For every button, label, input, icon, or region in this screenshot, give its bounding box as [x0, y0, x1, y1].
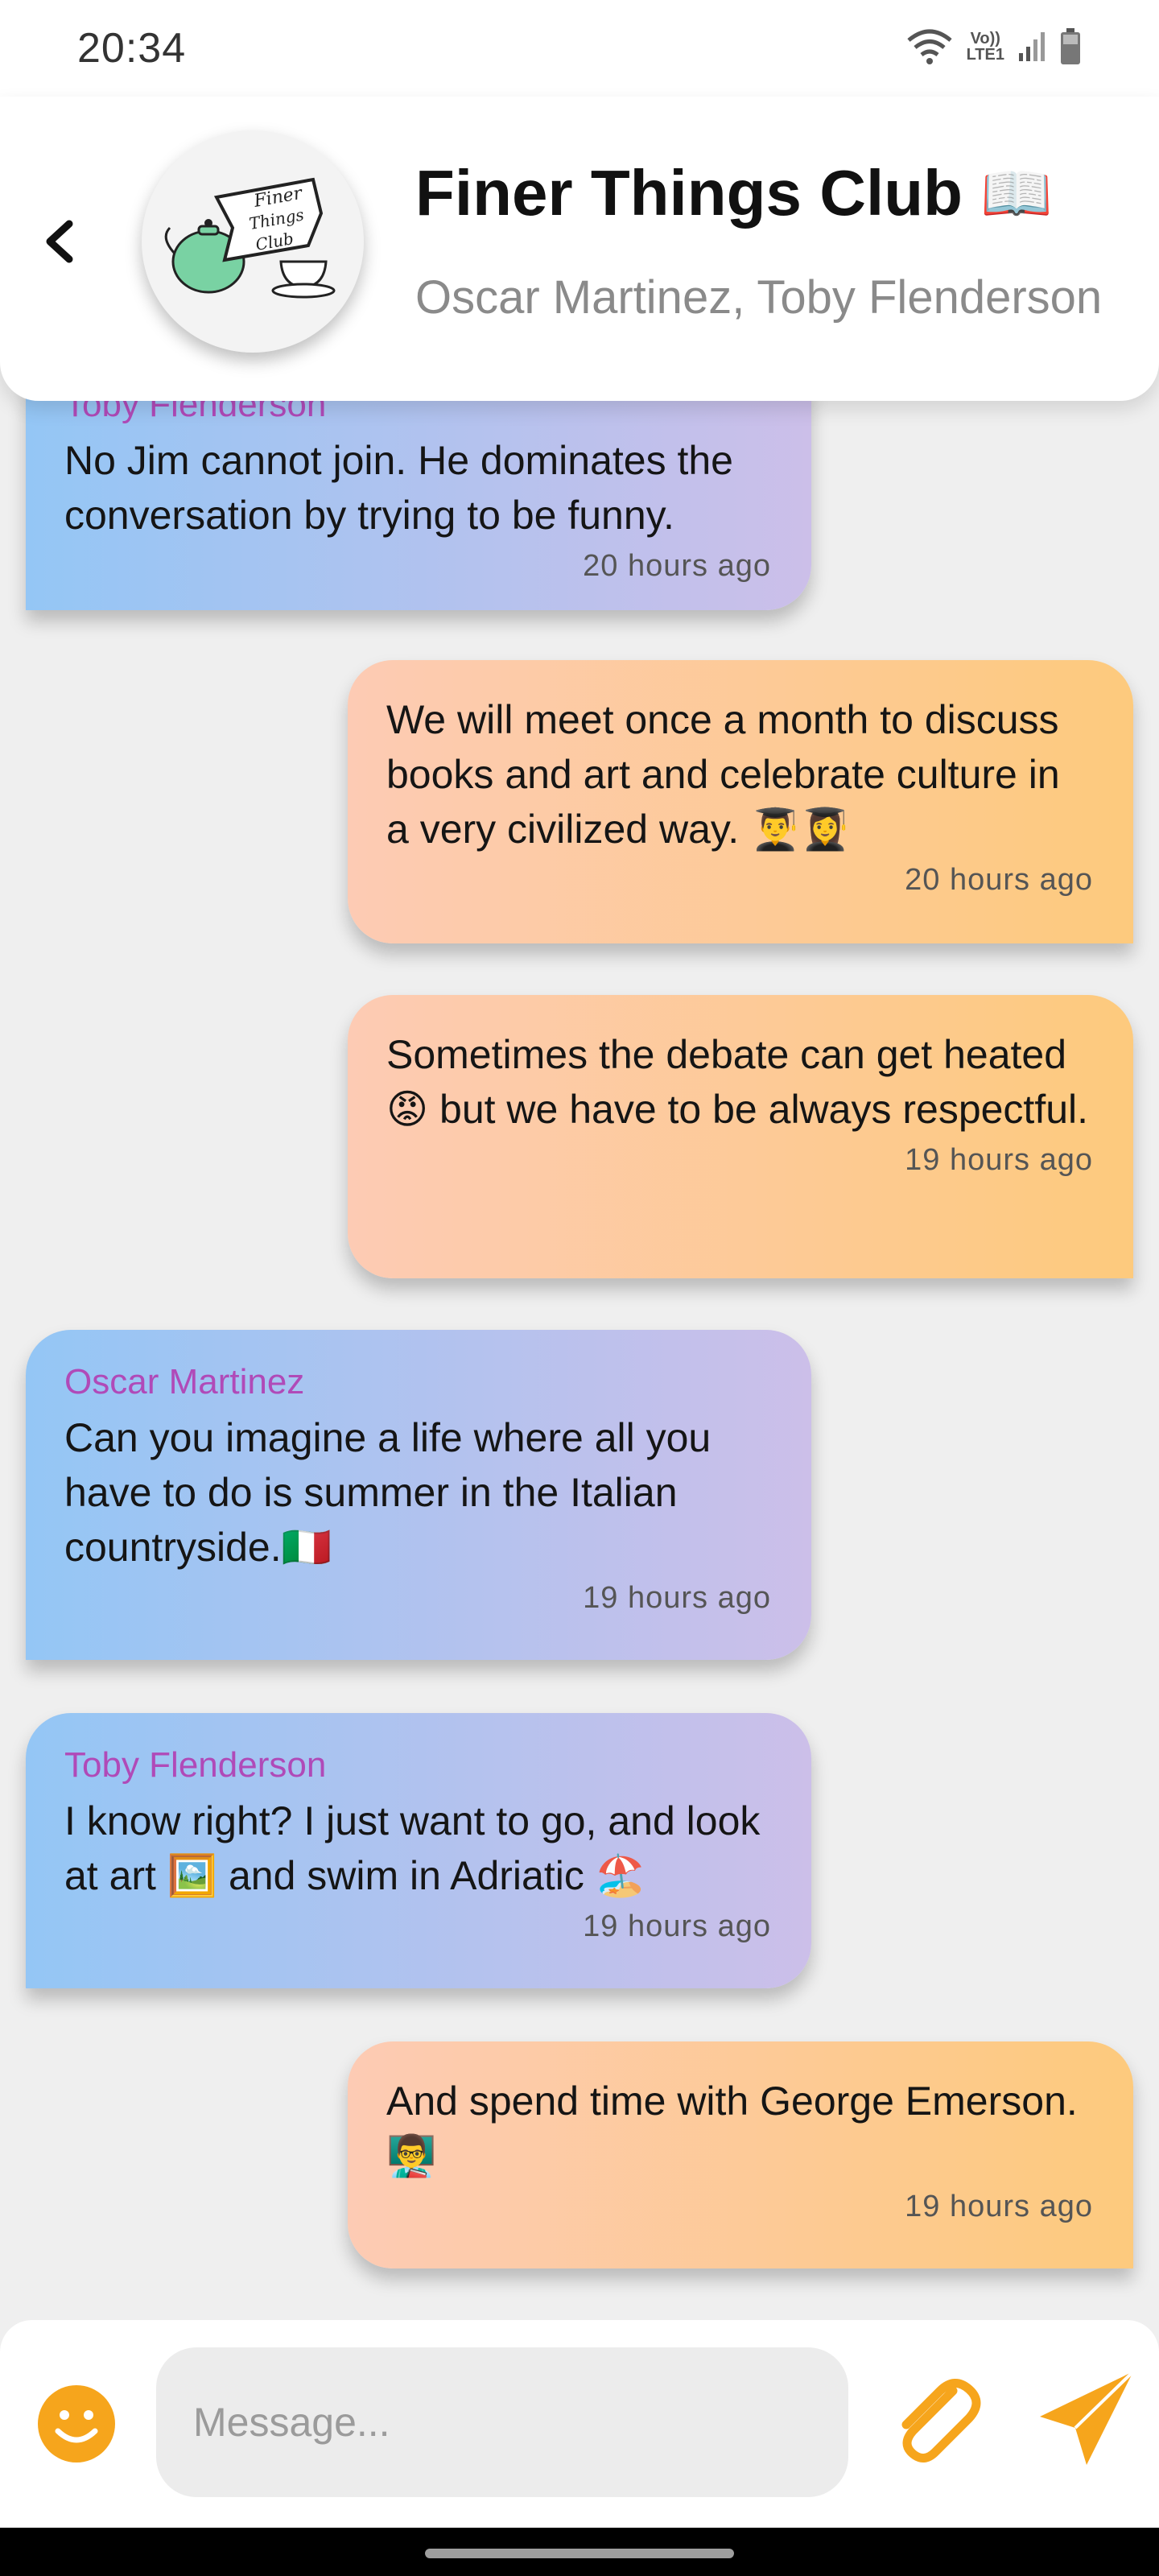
status-time: 20:34: [77, 25, 187, 72]
network-label: Vo)) LTE1: [967, 31, 1004, 63]
chevron-left-icon: [46, 220, 73, 263]
battery-icon: [1061, 28, 1080, 64]
message-composer: [0, 2320, 1159, 2528]
attach-button[interactable]: [885, 2370, 982, 2473]
wifi-icon: [906, 29, 952, 64]
system-nav-bar: [0, 2528, 1159, 2576]
message-text: I know right? I just want to go, and loo…: [64, 1798, 761, 1898]
send-icon: [1040, 2370, 1135, 2465]
paperclip-icon: [901, 2379, 981, 2462]
message-bubble-outgoing[interactable]: And spend time with George Emerson. 👨‍🏫 …: [348, 2041, 1133, 2268]
message-time: 19 hours ago: [905, 1143, 1093, 1177]
status-icons: Vo)) LTE1: [905, 27, 1082, 66]
message-time: 19 hours ago: [905, 2190, 1093, 2223]
message-time: 20 hours ago: [583, 549, 771, 583]
message-time: 19 hours ago: [583, 1581, 771, 1615]
message-bubble-incoming[interactable]: Oscar Martinez Can you imagine a life wh…: [26, 1330, 811, 1660]
book-emoji: 📖: [980, 159, 1053, 227]
message-text: Can you imagine a life where all you hav…: [64, 1415, 711, 1570]
message-sender: Oscar Martinez: [64, 1362, 305, 1402]
chat-participants: Oscar Martinez, Toby Flenderson: [415, 271, 1103, 324]
network-label-top: Vo)): [970, 30, 1000, 47]
group-avatar[interactable]: Finer Things Club: [142, 130, 364, 353]
message-sender: Toby Flenderson: [64, 1745, 327, 1785]
message-bubble-incoming[interactable]: Toby Flenderson I know right? I just wan…: [26, 1713, 811, 1988]
message-time: 19 hours ago: [583, 1909, 771, 1943]
signal-icon: [1019, 32, 1045, 61]
chat-title: Finer Things Club: [415, 157, 963, 229]
title-row: Finer Things Club 📖: [415, 156, 1053, 230]
back-button[interactable]: [34, 209, 82, 274]
message-text: And spend time with George Emerson. 👨‍🏫: [386, 2079, 1078, 2178]
message-bubble-outgoing[interactable]: Sometimes the debate can get heated 😡 bu…: [348, 995, 1133, 1278]
send-button[interactable]: [1037, 2368, 1136, 2468]
message-text: Sometimes the debate can get heated 😡 bu…: [386, 1032, 1089, 1132]
message-text: No Jim cannot join. He dominates the con…: [64, 438, 733, 538]
message-input[interactable]: [156, 2347, 848, 2497]
message-bubble-outgoing[interactable]: We will meet once a month to discuss boo…: [348, 660, 1133, 943]
emoji-button[interactable]: [37, 2384, 116, 2463]
finer-things-logo-icon: Finer Things Club: [164, 177, 336, 299]
message-time: 20 hours ago: [905, 863, 1093, 897]
message-text: We will meet once a month to discuss boo…: [386, 697, 1060, 852]
home-indicator[interactable]: [425, 2549, 734, 2558]
network-label-bottom: LTE1: [966, 46, 1004, 64]
chat-header: Finer Things Club Finer Things Club 📖 Os…: [0, 97, 1159, 401]
status-bar: 20:34 Vo)) LTE1: [0, 0, 1159, 97]
smiley-icon: [38, 2385, 115, 2462]
